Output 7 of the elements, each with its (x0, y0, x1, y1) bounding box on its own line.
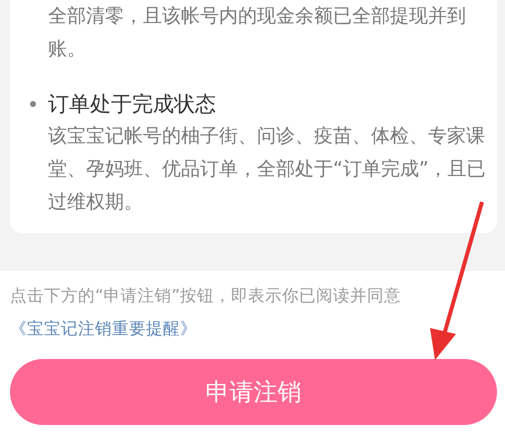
section-text: 全部清零，且该帐号内的现金余额已全部提现并到账。 (47, 4, 467, 62)
bullet-icon (30, 101, 36, 107)
agreement-notice: 点击下方的“申请注销”按钮，即表示你已阅读并同意 《宝宝记注销重要提醒》 (9, 285, 402, 340)
section-title: 订单处于完成状态 (48, 91, 216, 118)
apply-cancel-button[interactable]: 申请注销 (10, 359, 497, 425)
agreement-link[interactable]: 《宝宝记注销重要提醒》 (10, 319, 197, 338)
section-text: 该宝宝记帐号的柚子街、问诊、疫苗、体检、专家课堂、孕妈班、优品订单，全部处于“订单完成”，且已过维权期。 (47, 124, 487, 215)
